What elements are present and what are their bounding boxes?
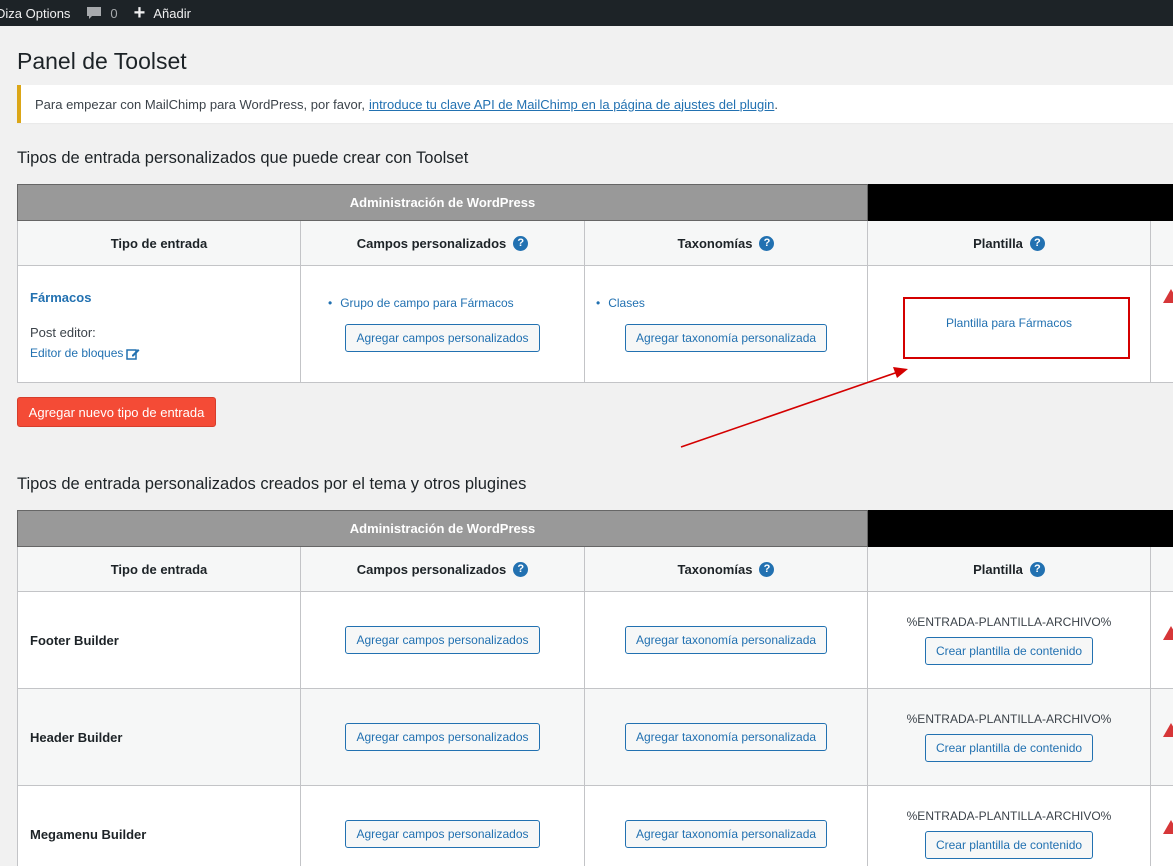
post-type-name: Header Builder	[30, 729, 123, 745]
add-custom-fields-button[interactable]: Agregar campos personalizados	[345, 820, 540, 848]
taxonomies-cell: Agregar taxonomía personalizada	[585, 786, 868, 866]
template-placeholder: %ENTRADA-PLANTILLA-ARCHIVO%	[906, 712, 1112, 726]
table-row: Header Builder Agregar campos personaliz…	[17, 689, 1173, 786]
extra-cell	[1151, 689, 1173, 785]
col-header-custom-fields: Campos personalizados?	[301, 547, 585, 591]
table-row: Megamenu Builder Agregar campos personal…	[17, 786, 1173, 866]
post-type-cell: Footer Builder	[18, 592, 301, 688]
theme-types-table: Administración de WordPress Tipo de entr…	[17, 510, 1173, 866]
template-cell: %ENTRADA-PLANTILLA-ARCHIVO% Crear planti…	[868, 786, 1151, 866]
custom-fields-cell: Agregar campos personalizados	[301, 592, 585, 688]
extra-cell	[1151, 592, 1173, 688]
taxonomies-cell: Agregar taxonomía personalizada	[585, 689, 868, 785]
add-custom-fields-button[interactable]: Agregar campos personalizados	[345, 626, 540, 654]
add-taxonomy-button[interactable]: Agregar taxonomía personalizada	[624, 723, 828, 751]
warning-icon	[1163, 723, 1173, 737]
col-header-post-type: Tipo de entrada	[18, 547, 301, 591]
create-content-template-button[interactable]: Crear plantilla de contenido	[924, 831, 1094, 859]
warning-icon	[1163, 820, 1173, 834]
post-type-cell: Header Builder	[18, 689, 301, 785]
col-header-custom-fields-label: Campos personalizados	[356, 561, 507, 577]
col-header-taxonomies-label: Taxonomías	[677, 561, 753, 577]
template-cell: %ENTRADA-PLANTILLA-ARCHIVO% Crear planti…	[868, 592, 1151, 688]
help-icon[interactable]: ?	[513, 561, 529, 577]
template-placeholder: %ENTRADA-PLANTILLA-ARCHIVO%	[906, 615, 1112, 629]
col-header-taxonomies: Taxonomías?	[585, 547, 868, 591]
table-group-row: Administración de WordPress	[17, 510, 1173, 547]
taxonomies-cell: Agregar taxonomía personalizada	[585, 592, 868, 688]
create-content-template-button[interactable]: Crear plantilla de contenido	[924, 637, 1094, 665]
post-type-cell: Megamenu Builder	[18, 786, 301, 866]
table-row: Footer Builder Agregar campos personaliz…	[17, 592, 1173, 689]
custom-fields-cell: Agregar campos personalizados	[301, 689, 585, 785]
table-header-row: Tipo de entrada Campos personalizados? T…	[17, 547, 1173, 592]
col-header-extra	[1151, 547, 1173, 591]
create-content-template-button[interactable]: Crear plantilla de contenido	[924, 734, 1094, 762]
section-heading-theme-plugins: Tipos de entrada personalizados creados …	[17, 475, 527, 493]
warning-icon	[1163, 626, 1173, 640]
group-header-wp-admin: Administración de WordPress	[17, 510, 868, 547]
group-header-frontend	[868, 510, 1173, 547]
template-cell: %ENTRADA-PLANTILLA-ARCHIVO% Crear planti…	[868, 689, 1151, 785]
col-header-template: Plantilla?	[868, 547, 1151, 591]
add-custom-fields-button[interactable]: Agregar campos personalizados	[345, 723, 540, 751]
add-taxonomy-button[interactable]: Agregar taxonomía personalizada	[624, 626, 828, 654]
custom-fields-cell: Agregar campos personalizados	[301, 786, 585, 866]
add-taxonomy-button[interactable]: Agregar taxonomía personalizada	[624, 820, 828, 848]
col-header-template-label: Plantilla	[973, 561, 1023, 577]
post-type-name: Megamenu Builder	[30, 826, 147, 842]
template-placeholder: %ENTRADA-PLANTILLA-ARCHIVO%	[906, 809, 1112, 823]
help-icon[interactable]: ?	[759, 561, 775, 577]
post-type-name: Footer Builder	[30, 632, 119, 648]
help-icon[interactable]: ?	[1029, 561, 1045, 577]
